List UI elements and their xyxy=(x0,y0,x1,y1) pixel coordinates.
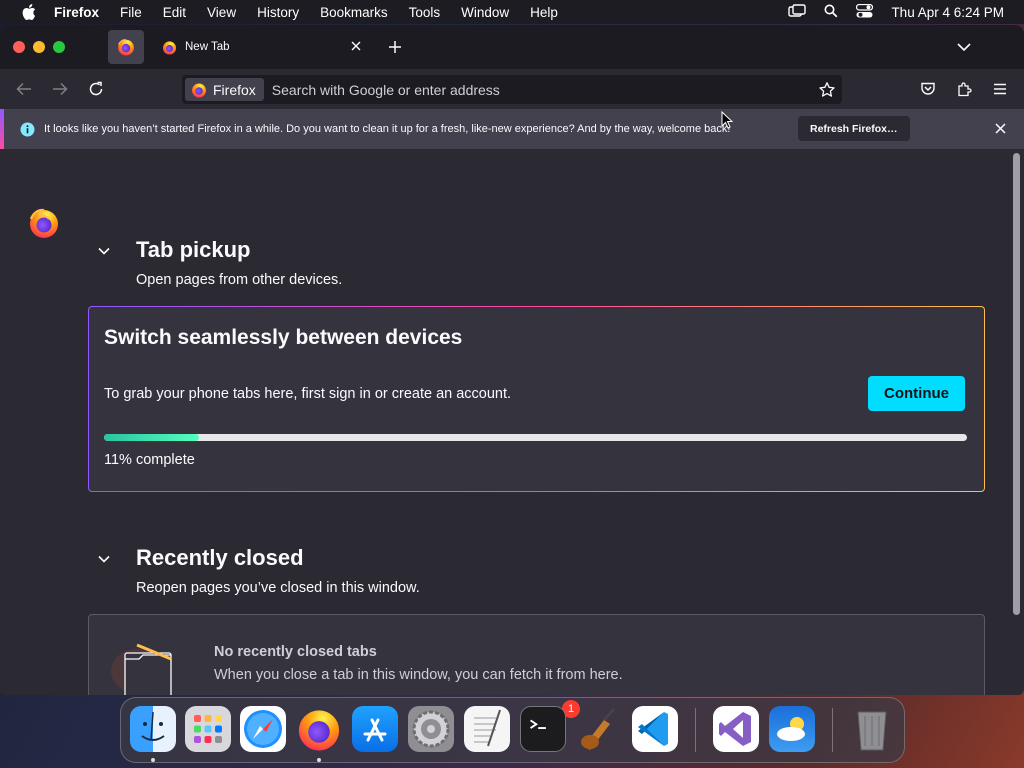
dock-separator xyxy=(832,708,833,752)
address-bar[interactable]: Firefox xyxy=(182,75,842,104)
garageband-icon[interactable] xyxy=(576,706,622,752)
menu-app-firefox[interactable]: Firefox xyxy=(54,5,99,20)
setup-card-title: Switch seamlessly between devices xyxy=(104,326,463,349)
menu-bookmarks[interactable]: Bookmarks xyxy=(320,5,388,20)
apple-menu-icon[interactable] xyxy=(18,4,40,20)
reload-icon[interactable] xyxy=(87,80,105,98)
recently-closed-heading: Recently closed xyxy=(136,545,304,570)
forward-arrow-icon[interactable] xyxy=(51,80,69,98)
close-notification-icon[interactable] xyxy=(994,122,1007,135)
recently-closed-empty-card: No recently closed tabs When you close a… xyxy=(88,614,985,695)
zoom-window-button[interactable] xyxy=(53,41,65,53)
tab-pickup-subtitle: Open pages from other devices. xyxy=(136,272,343,288)
empty-state-description: When you close a tab in this window, you… xyxy=(214,667,623,683)
setup-progress-label: 11% complete xyxy=(104,452,195,468)
menu-window[interactable]: Window xyxy=(461,5,509,20)
dock: 1 xyxy=(120,697,905,763)
tab-pickup-heading: Tab pickup xyxy=(136,237,251,262)
close-window-button[interactable] xyxy=(13,41,25,53)
firefox-window: New Tab Firefox It looks like you haven’… xyxy=(0,25,1024,695)
system-settings-icon[interactable] xyxy=(408,706,454,752)
screen-mirroring-icon[interactable] xyxy=(788,3,807,21)
weather-icon[interactable] xyxy=(769,706,815,752)
list-all-tabs-icon[interactable] xyxy=(955,38,973,56)
tab-title: New Tab xyxy=(185,41,230,53)
notification-accent xyxy=(0,109,4,149)
collapse-tab-pickup-chevron-icon[interactable] xyxy=(97,244,111,258)
menu-history[interactable]: History xyxy=(257,5,299,20)
firefox-view-content: Tab pickup Open pages from other devices… xyxy=(0,149,1012,695)
tab-bar: New Tab xyxy=(0,25,1024,69)
firefox-logo-icon xyxy=(28,207,60,239)
recently-closed-subtitle: Reopen pages you’ve closed in this windo… xyxy=(136,580,420,596)
firefox-favicon-icon xyxy=(162,40,177,55)
spotlight-search-icon[interactable] xyxy=(824,4,838,21)
trash-icon[interactable] xyxy=(849,706,895,752)
back-arrow-icon[interactable] xyxy=(15,80,33,98)
visual-studio-icon[interactable] xyxy=(713,706,759,752)
menu-help[interactable]: Help xyxy=(530,5,558,20)
identity-label: Firefox xyxy=(213,81,256,98)
menu-view[interactable]: View xyxy=(207,5,236,20)
url-input[interactable] xyxy=(271,81,792,98)
page-scrollbar[interactable] xyxy=(1013,153,1020,615)
notification-bar: It looks like you haven’t started Firefo… xyxy=(0,109,1024,149)
bookmark-star-icon[interactable] xyxy=(818,81,836,99)
menu-tools[interactable]: Tools xyxy=(409,5,441,20)
empty-state-title: No recently closed tabs xyxy=(214,644,377,660)
info-icon xyxy=(20,122,35,137)
firefox-dock-icon[interactable] xyxy=(296,706,342,752)
navigation-toolbar: Firefox xyxy=(0,69,1024,109)
finder-icon[interactable] xyxy=(130,706,176,752)
tab-new-tab[interactable]: New Tab xyxy=(152,30,372,64)
firefox-logo-icon xyxy=(192,83,206,97)
pocket-icon[interactable] xyxy=(919,80,937,98)
terminal-icon[interactable] xyxy=(520,706,566,752)
hamburger-menu-icon[interactable] xyxy=(991,80,1009,98)
menu-clock[interactable]: Thu Apr 4 6:24 PM xyxy=(891,5,1004,20)
menu-file[interactable]: File xyxy=(120,5,142,20)
dock-separator xyxy=(695,708,696,752)
textedit-icon[interactable] xyxy=(464,706,510,752)
identity-box[interactable]: Firefox xyxy=(185,78,264,101)
vscode-icon[interactable] xyxy=(632,706,678,752)
empty-folder-illustration xyxy=(109,641,179,695)
tab-pickup-setup-card: Switch seamlessly between devices To gra… xyxy=(88,306,985,492)
control-center-icon[interactable] xyxy=(856,3,874,21)
extensions-icon[interactable] xyxy=(955,80,973,98)
pinned-tab[interactable] xyxy=(108,30,144,64)
setup-progress-track xyxy=(104,434,967,441)
mouse-cursor-icon xyxy=(721,110,734,129)
notification-message: It looks like you haven’t started Firefo… xyxy=(44,123,731,135)
minimize-window-button[interactable] xyxy=(33,41,45,53)
finder-running-dot xyxy=(151,758,155,762)
menu-edit[interactable]: Edit xyxy=(163,5,186,20)
collapse-recently-closed-chevron-icon[interactable] xyxy=(97,552,111,566)
app-store-icon[interactable] xyxy=(352,706,398,752)
setup-progress-fill xyxy=(104,434,199,441)
setup-card-description: To grab your phone tabs here, first sign… xyxy=(104,386,512,402)
menu-bar: Firefox File Edit View History Bookmarks… xyxy=(0,0,1024,24)
launchpad-icon[interactable] xyxy=(185,706,231,752)
safari-icon[interactable] xyxy=(240,706,286,752)
refresh-firefox-button[interactable]: Refresh Firefox… xyxy=(798,116,910,141)
firefox-logo-icon xyxy=(118,39,134,56)
close-tab-icon[interactable] xyxy=(348,38,364,54)
firefox-running-dot xyxy=(317,758,321,762)
new-tab-icon[interactable] xyxy=(386,38,404,56)
continue-button[interactable]: Continue xyxy=(868,376,965,411)
